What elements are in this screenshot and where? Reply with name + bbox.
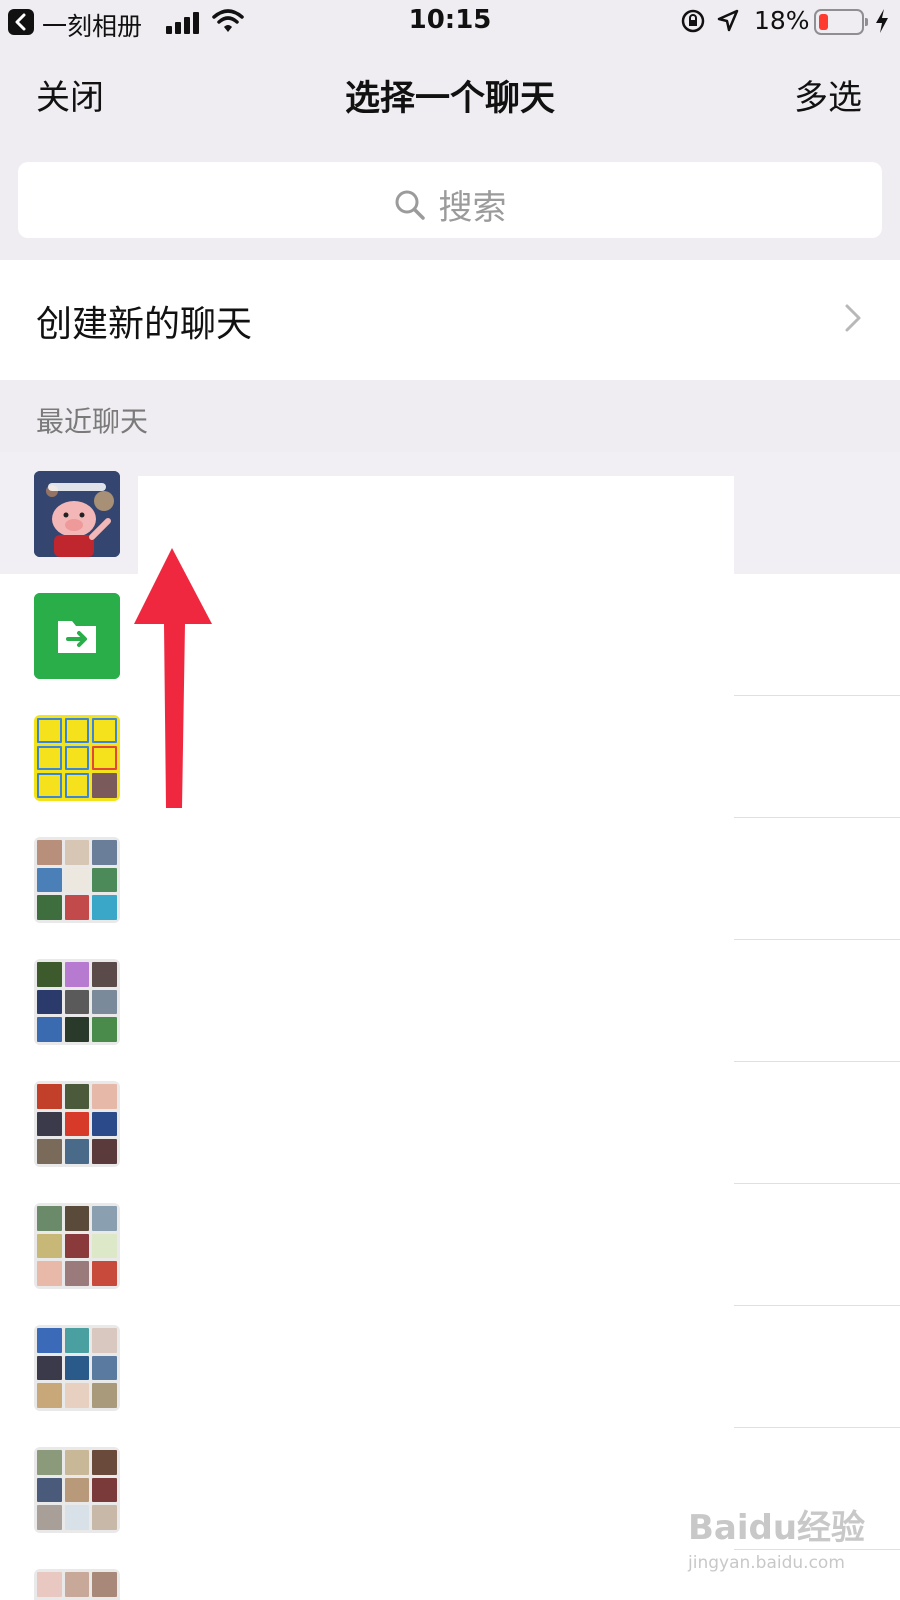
- group-photo-grid: [34, 837, 120, 923]
- group-photo-grid: [34, 1569, 120, 1600]
- watermark-brand: Baidu经验: [688, 1508, 866, 1548]
- pig-cartoon-avatar: [34, 471, 120, 557]
- chat-row[interactable]: [0, 1184, 900, 1306]
- file-transfer-icon: [34, 593, 120, 679]
- annotation-arrow: [134, 548, 212, 808]
- chevron-right-icon: [845, 304, 861, 332]
- page-title: 选择一个聊天: [344, 79, 555, 119]
- search-area: 搜索: [0, 140, 900, 260]
- multi-select-button[interactable]: 多选: [794, 70, 862, 119]
- recent-chats-label: 最近聊天: [36, 405, 149, 438]
- group-photo-grid: [34, 959, 120, 1045]
- search-icon: [395, 190, 426, 220]
- battery-icon: [814, 9, 868, 35]
- location-icon: [717, 9, 739, 32]
- status-bar: 一刻相册 10:15 18%: [0, 0, 900, 44]
- baidu-jingyan-watermark: Baidu经验 jingyan.baidu.com: [688, 1500, 865, 1573]
- create-new-chat-label: 创建新的聊天: [36, 304, 253, 345]
- search-input[interactable]: 搜索: [18, 162, 882, 238]
- chat-row[interactable]: [0, 818, 900, 940]
- group-photo-grid: [34, 1203, 120, 1289]
- orientation-lock-icon: [681, 9, 705, 33]
- chat-row[interactable]: [0, 1306, 900, 1428]
- chat-row[interactable]: [0, 940, 900, 1062]
- group-photo-grid: [34, 1447, 120, 1533]
- house-sticker-grid: [34, 715, 120, 801]
- battery-percent: 18%: [754, 6, 810, 35]
- group-photo-grid: [34, 1325, 120, 1411]
- charging-icon: [876, 9, 888, 33]
- search-placeholder: 搜索: [438, 188, 507, 228]
- create-new-chat-row[interactable]: 创建新的聊天: [0, 260, 900, 380]
- watermark-url: jingyan.baidu.com: [688, 1553, 845, 1573]
- chat-row[interactable]: [0, 1062, 900, 1184]
- group-photo-grid: [34, 1081, 120, 1167]
- redacted-chat-name: [138, 476, 734, 576]
- nav-bar: 关闭 选择一个聊天 多选: [0, 44, 900, 140]
- section-header: 最近聊天: [0, 380, 900, 452]
